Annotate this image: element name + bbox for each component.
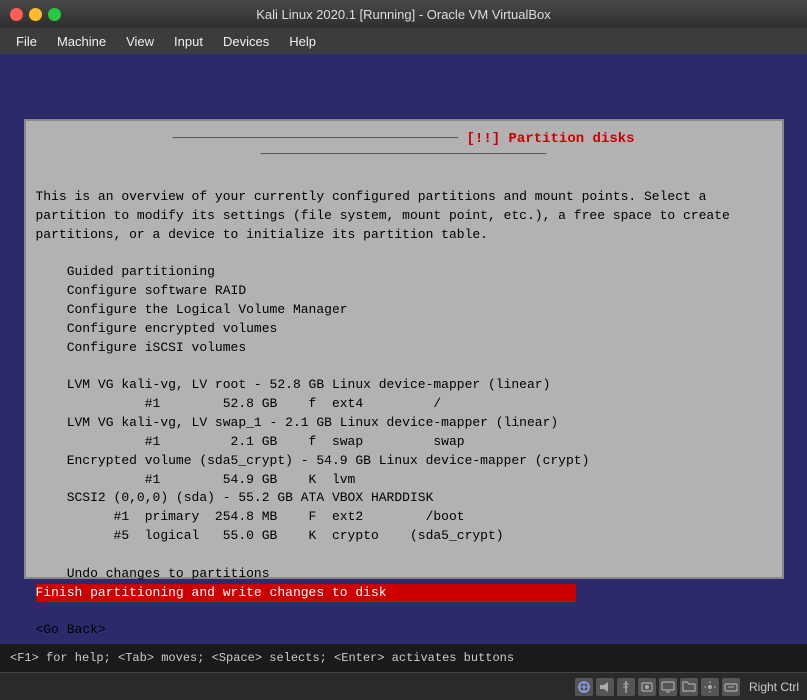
menu-devices[interactable]: Devices: [215, 32, 277, 51]
shared-folders-icon: [680, 678, 698, 696]
close-button[interactable]: [10, 8, 23, 21]
terminal-body: This is an overview of your currently co…: [36, 169, 772, 659]
go-back-option[interactable]: <Go Back>: [36, 622, 106, 637]
terminal-border-left: ──────────────────────────────────: [172, 131, 458, 147]
menu-input[interactable]: Input: [166, 32, 211, 51]
disk-icon: [638, 678, 656, 696]
menu-view[interactable]: View: [118, 32, 162, 51]
maximize-button[interactable]: [48, 8, 61, 21]
highlighted-option[interactable]: Finish partitioning and write changes to…: [36, 584, 576, 603]
window-title: Kali Linux 2020.1 [Running] - Oracle VM …: [256, 7, 551, 22]
display-icon: [659, 678, 677, 696]
description-text: This is an overview of your currently co…: [36, 189, 730, 581]
settings-icon: [701, 678, 719, 696]
menu-machine[interactable]: Machine: [49, 32, 114, 51]
network-icon: [575, 678, 593, 696]
usb-icon: [617, 678, 635, 696]
audio-icon: [596, 678, 614, 696]
menubar: File Machine View Input Devices Help: [0, 28, 807, 54]
menu-help[interactable]: Help: [281, 32, 324, 51]
titlebar: Kali Linux 2020.1 [Running] - Oracle VM …: [0, 0, 807, 28]
window-controls[interactable]: [10, 8, 61, 21]
right-ctrl-label: Right Ctrl: [749, 680, 799, 694]
bottom-icons-bar: Right Ctrl: [0, 672, 807, 700]
keyboard-icon: [722, 678, 740, 696]
menu-file[interactable]: File: [8, 32, 45, 51]
minimize-button[interactable]: [29, 8, 42, 21]
terminal-title: [!!] Partition disks: [467, 131, 635, 147]
terminal-border-right: ──────────────────────────────────: [261, 147, 547, 163]
terminal-window: ────────────────────────────────── [!!] …: [24, 119, 784, 579]
vm-display: ────────────────────────────────── [!!] …: [0, 54, 807, 644]
